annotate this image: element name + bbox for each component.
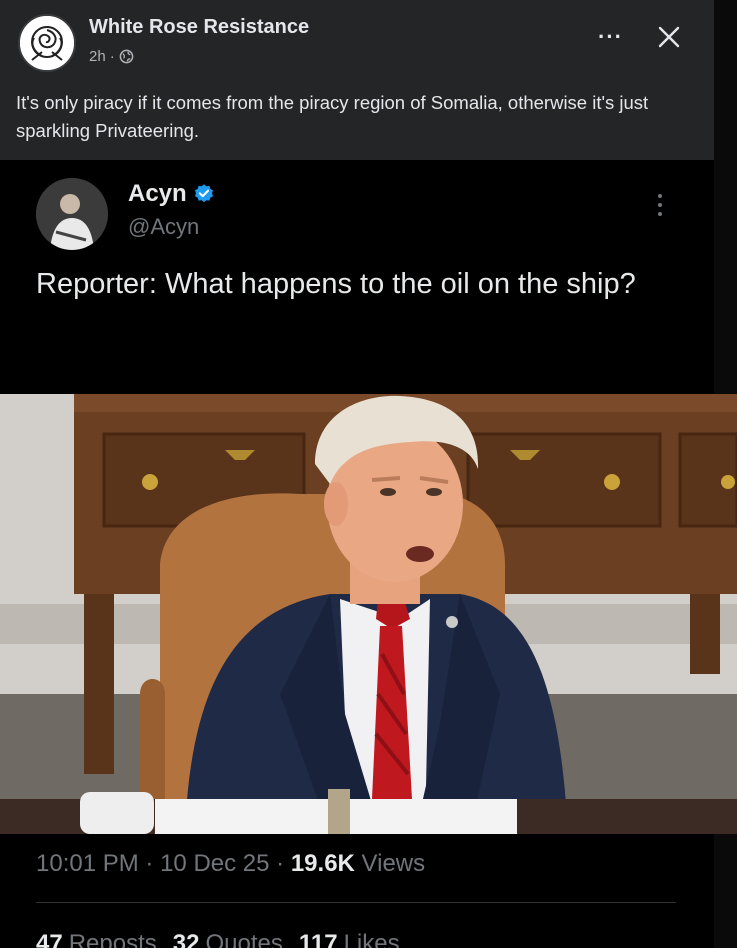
tweet-photo[interactable] <box>0 394 737 834</box>
embedded-tweet: Acyn @Acyn Reporter: What happens to the… <box>0 160 737 948</box>
page-avatar[interactable] <box>18 14 76 72</box>
tweet-stats: 47 Reposts 32 Quotes 117 Likes <box>36 930 400 948</box>
white-rose-logo-icon <box>20 16 74 70</box>
post-time[interactable]: 2h <box>89 48 106 65</box>
more-vertical-icon[interactable] <box>656 194 664 220</box>
tweet-time: 10:01 PM <box>36 850 139 877</box>
tweet-date: 10 Dec 25 <box>160 850 270 877</box>
views-label: Views <box>361 850 426 877</box>
quotes-link[interactable]: 32 Quotes <box>173 930 283 948</box>
dot-separator-2: · <box>276 850 285 877</box>
tweet-author-avatar[interactable] <box>36 178 108 250</box>
reposts-count: 47 <box>36 930 63 948</box>
tweet-timestamp[interactable]: 10:01 PM · 10 Dec 25 · 19.6K Views <box>36 850 425 878</box>
reposts-label: Reposts <box>68 930 157 948</box>
post-meta: 2h · <box>89 48 134 65</box>
likes-label: Likes <box>343 930 400 948</box>
quotes-count: 32 <box>172 930 200 948</box>
tweet-author-handle[interactable]: @Acyn <box>128 214 199 240</box>
post-text: It's only piracy if it comes from the pi… <box>16 92 649 141</box>
quotes-label: Quotes <box>205 930 283 948</box>
more-options-button[interactable]: ··· <box>598 24 623 50</box>
facebook-post-header: White Rose Resistance 2h · ··· It's only… <box>0 0 714 160</box>
close-icon[interactable] <box>654 22 684 52</box>
avatar-photo <box>36 178 108 250</box>
views-count: 19.6K <box>290 850 355 877</box>
tweet-text: Reporter: What happens to the oil on the… <box>36 268 636 300</box>
divider <box>36 902 676 903</box>
likes-count: 117 <box>298 930 338 948</box>
dot-separator-1: · <box>145 850 154 877</box>
globe-icon <box>119 49 134 64</box>
meta-separator: · <box>109 48 115 65</box>
photo-man-in-suit-at-desk <box>0 394 737 834</box>
tweet-author-name[interactable]: Acyn <box>128 180 215 208</box>
author-name-text: Acyn <box>128 180 187 207</box>
page-name[interactable]: White Rose Resistance <box>89 16 309 39</box>
likes-link[interactable]: 117 Likes <box>299 930 400 948</box>
verified-badge-icon <box>194 184 213 203</box>
reposts-link[interactable]: 47 Reposts <box>36 930 157 948</box>
